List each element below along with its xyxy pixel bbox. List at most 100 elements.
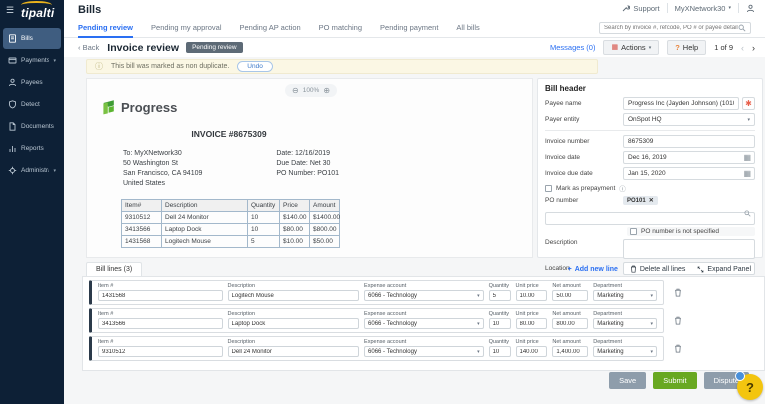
line-quantity-input[interactable]	[489, 346, 511, 357]
chevron-down-icon: ▾	[728, 5, 731, 11]
sidebar-item-administration[interactable]: Administration ▾	[3, 160, 61, 181]
pagination-label: 1 of 9	[714, 43, 733, 52]
support-link[interactable]: Support	[622, 4, 659, 13]
trash-icon	[674, 316, 682, 325]
invoice-review-title: Invoice review	[107, 42, 179, 54]
zoom-out-icon[interactable]: ⊖	[292, 86, 299, 95]
chevron-down-icon: ▾	[649, 45, 652, 51]
line-unit-price-input[interactable]	[516, 318, 548, 329]
chevron-down-icon: ▾	[53, 58, 56, 64]
tab-pending-my-approval[interactable]: Pending my approval	[151, 18, 221, 38]
payee-required-icon[interactable]: ✱	[742, 97, 755, 110]
payee-name-input[interactable]	[623, 97, 739, 110]
tab-pending-ap-action[interactable]: Pending AP action	[240, 18, 301, 38]
line-net-amount-input[interactable]	[552, 318, 588, 329]
line-department-select[interactable]: Marketing▾	[593, 346, 657, 357]
delete-line-button[interactable]	[674, 344, 682, 353]
search-input[interactable]	[604, 25, 738, 31]
prepayment-checkbox[interactable]	[545, 185, 552, 192]
delete-all-lines-button[interactable]: Delete all lines	[630, 265, 686, 273]
tab-pending-payment[interactable]: Pending payment	[380, 18, 438, 38]
invoice-address-block: To: MyXNetwork30 50 Washington St San Fr…	[123, 149, 339, 189]
user-icon[interactable]	[746, 4, 755, 13]
calendar-icon[interactable]: ▦	[743, 153, 751, 162]
next-invoice-icon[interactable]: ›	[752, 43, 755, 53]
line-net-amount-input[interactable]	[552, 346, 588, 357]
table-row: 9310512 Dell 24 Monitor 10 $140.00 $1400…	[122, 212, 340, 224]
notice-text: This bill was marked as non duplicate.	[111, 63, 229, 70]
line-expense-select[interactable]: 6066 - Technology▾	[364, 346, 484, 357]
line-quantity-input[interactable]	[489, 290, 511, 301]
bill-lines-tab[interactable]: Bill lines (3)	[86, 262, 142, 276]
calendar-icon[interactable]: ▦	[743, 169, 751, 178]
divider	[545, 130, 755, 131]
delete-line-button[interactable]	[674, 316, 682, 325]
line-item-input[interactable]	[98, 290, 223, 301]
chat-widget-button[interactable]: ?	[737, 374, 763, 400]
line-net-amount-input[interactable]	[552, 290, 588, 301]
payer-entity-select[interactable]: OnSpot HQ ▾	[623, 113, 755, 126]
trash-icon	[630, 265, 637, 273]
line-item-input[interactable]	[98, 318, 223, 329]
sidebar-item-payees[interactable]: Payees	[3, 72, 61, 93]
line-quantity-input[interactable]	[489, 318, 511, 329]
line-expense-select[interactable]: 6066 - Technology▾	[364, 318, 484, 329]
description-row: Description	[545, 239, 755, 259]
undo-button[interactable]: Undo	[237, 61, 273, 72]
documents-icon	[8, 122, 17, 131]
prev-invoice-icon[interactable]: ‹	[741, 43, 744, 53]
invoice-meta-block: Date: 12/16/2019 Due Date: Net 30 PO Num…	[276, 149, 339, 189]
invoice-number-input[interactable]	[623, 135, 755, 148]
remove-po-icon[interactable]: ✕	[649, 197, 654, 204]
submit-button[interactable]: Submit	[653, 372, 696, 389]
actions-button[interactable]: ▦ Actions ▾	[603, 40, 659, 55]
payer-entity-row: Payer entity OnSpot HQ ▾	[545, 113, 755, 126]
add-new-line-button[interactable]: + Add new line	[568, 266, 618, 273]
line-department-select[interactable]: Marketing▾	[593, 318, 657, 329]
back-button[interactable]: ‹ Back	[78, 43, 99, 52]
sidebar-item-payments[interactable]: Payments ▾	[3, 50, 61, 71]
line-description-input[interactable]	[228, 318, 360, 329]
sidebar-item-reports[interactable]: Reports	[3, 138, 61, 159]
messages-link[interactable]: Messages (0)	[550, 43, 595, 52]
reports-icon	[8, 144, 17, 153]
line-item-input[interactable]	[98, 346, 223, 357]
expand-panel-button[interactable]: Expand Panel	[697, 266, 751, 273]
vendor-logo: Progress	[101, 99, 177, 115]
line-description-input[interactable]	[228, 346, 360, 357]
line-description-input[interactable]	[228, 290, 360, 301]
toolbar-right: Messages (0) ▦ Actions ▾ ? Help 1 of 9 ‹…	[550, 40, 755, 55]
save-button[interactable]: Save	[609, 372, 646, 389]
tab-all-bills[interactable]: All bills	[456, 18, 479, 38]
sidebar-item-detect[interactable]: Detect	[3, 94, 61, 115]
vendor-name: Progress	[121, 100, 177, 115]
tab-po-matching[interactable]: PO matching	[319, 18, 362, 38]
trash-icon	[674, 288, 682, 297]
description-textarea[interactable]	[623, 239, 755, 259]
line-department-select[interactable]: Marketing▾	[593, 290, 657, 301]
table-header-row: Item# Description Quantity Price Amount	[122, 200, 340, 212]
progress-logo-icon	[101, 99, 117, 115]
sidebar-item-bills[interactable]: Bills	[3, 28, 61, 49]
line-expense-select[interactable]: 6066 - Technology▾	[364, 290, 484, 301]
invoice-due-date-input[interactable]	[623, 167, 755, 180]
invoice-date-input[interactable]	[623, 151, 755, 164]
zoom-in-icon[interactable]: ⊕	[323, 86, 330, 95]
sidebar-item-documents[interactable]: Documents	[3, 116, 61, 137]
bill-lines-panel: Item # Description Expense account6066 -…	[82, 276, 765, 371]
menu-toggle-icon[interactable]: ☰	[6, 5, 14, 16]
line-unit-price-input[interactable]	[516, 290, 548, 301]
tab-pending-review[interactable]: Pending review	[78, 18, 133, 38]
po-search-input[interactable]	[545, 212, 755, 225]
help-button[interactable]: ? Help	[667, 40, 706, 55]
table-row: 3413566 Laptop Dock 10 $80.00 $800.00	[122, 224, 340, 236]
delete-line-button[interactable]	[674, 288, 682, 297]
footer-buttons: Save Submit Dispute	[609, 372, 749, 389]
search-box	[599, 22, 751, 34]
bill-header-panel: Bill header Payee name ✱ Payer entity On…	[537, 78, 763, 258]
account-menu[interactable]: MyXNetwork30 ▾	[675, 4, 731, 13]
po-not-specified-checkbox[interactable]	[630, 228, 637, 235]
search-icon	[744, 210, 751, 217]
line-unit-price-input[interactable]	[516, 346, 548, 357]
invoice-preview: ⊖ 100% ⊕ Progress INVOICE #8675309 To: M…	[86, 78, 533, 258]
